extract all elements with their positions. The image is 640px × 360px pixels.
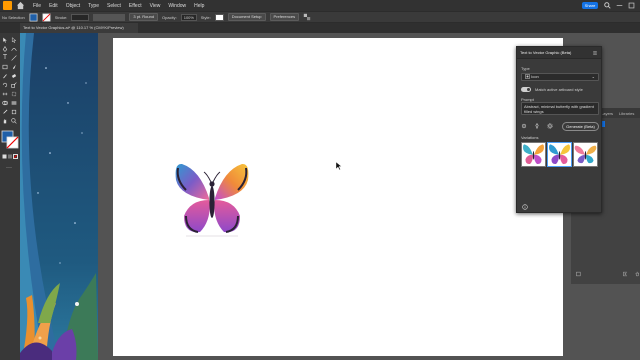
search-icon[interactable] [604, 2, 611, 9]
match-style-label: Match active artboard style [535, 87, 583, 92]
opacity-label: Opacity: [162, 14, 177, 20]
chevron-down-icon: ⌄ [591, 74, 595, 79]
paintbrush-tool-icon[interactable] [11, 64, 17, 70]
fill-stroke-swatches-icon[interactable] [1, 130, 19, 150]
mouse-cursor-icon [336, 162, 342, 170]
menu-select[interactable]: Select [107, 3, 121, 9]
menu-window[interactable]: Window [168, 3, 186, 9]
generate-button-label: Generate (Beta) [566, 124, 595, 129]
panel-title: Text to Vector Graphic (Beta) [517, 47, 601, 59]
zoom-tool-icon[interactable] [11, 118, 17, 124]
pen-tool-icon[interactable] [2, 46, 8, 52]
delete-layer-icon[interactable] [635, 271, 640, 277]
layers-footer [571, 269, 640, 279]
variations-label: Variations [521, 135, 539, 140]
type-tool-icon[interactable]: T [2, 54, 8, 61]
menu-edit[interactable]: Edit [49, 3, 58, 9]
menu-view[interactable]: View [150, 3, 161, 9]
variation-thumbnail[interactable] [521, 142, 546, 167]
icon-type-icon [525, 74, 530, 80]
menu-bar: File Edit Object Type Select Effect View… [0, 0, 640, 11]
hand-tool-icon[interactable] [2, 118, 8, 124]
brush-select[interactable]: 3 pt. Round [129, 13, 159, 21]
document-tab[interactable]: Text to Vector Graphics.ai* @ 110.17 % (… [20, 23, 138, 33]
gradient-tool-icon[interactable] [11, 100, 17, 106]
shape-builder-tool-icon[interactable] [2, 100, 8, 106]
arrange-icon[interactable] [303, 13, 311, 21]
scale-tool-icon[interactable] [11, 82, 17, 88]
direct-selection-tool-icon[interactable] [11, 37, 17, 43]
collect-export-icon[interactable] [576, 271, 581, 277]
selection-label: No Selection [2, 14, 25, 20]
text-to-vector-panel: Text to Vector Graphic (Beta) Type Icon … [516, 46, 602, 213]
menu-items: File Edit Object Type Select Effect View… [33, 3, 204, 9]
location-icon[interactable] [521, 123, 527, 129]
tab-libraries[interactable]: Libraries [619, 111, 634, 116]
free-transform-tool-icon[interactable] [11, 91, 17, 97]
menu-object[interactable]: Object [66, 3, 80, 9]
menu-help[interactable]: Help [194, 3, 204, 9]
rectangle-tool-icon[interactable] [2, 64, 8, 70]
type-select-value: Icon [531, 74, 539, 79]
ocean-illustration [20, 33, 98, 360]
width-tool-icon[interactable] [2, 91, 8, 97]
new-layer-icon[interactable] [622, 271, 628, 277]
artboard-tool-icon[interactable] [11, 109, 17, 115]
type-label: Type [521, 66, 530, 71]
rotate-tool-icon[interactable] [2, 82, 8, 88]
stroke-swatch-icon[interactable] [42, 13, 51, 22]
panel-menu-icon[interactable] [592, 50, 598, 56]
type-select[interactable]: Icon ⌄ [521, 73, 599, 81]
fill-swatch-icon[interactable] [29, 13, 38, 22]
pasteboard [98, 33, 112, 360]
menu-type[interactable]: Type [88, 3, 99, 9]
variation-thumbnail[interactable] [573, 142, 598, 167]
document-setup-button[interactable]: Document Setup [227, 13, 266, 21]
style-label: Style: [200, 14, 211, 20]
maximize-icon[interactable] [628, 2, 635, 9]
illustrator-logo-icon [3, 1, 12, 10]
control-bar: No Selection Stroke: 3 pt. Round Opacity… [0, 11, 640, 23]
variation-thumbnail[interactable] [547, 142, 572, 167]
butterfly-variation-3-icon [574, 145, 597, 164]
menu-effect[interactable]: Effect [129, 3, 142, 9]
menu-file[interactable]: File [33, 3, 41, 9]
minimize-icon[interactable] [616, 2, 623, 9]
eyedropper-tool-icon[interactable] [2, 109, 8, 115]
match-style-toggle[interactable] [521, 87, 531, 92]
style-swatch[interactable] [214, 13, 224, 21]
generate-button[interactable]: Generate (Beta) [562, 122, 599, 131]
butterfly-artwork[interactable] [172, 160, 252, 238]
tools-panel: T ··· [0, 33, 20, 360]
prompt-field[interactable]: Abstract, minimal butterfly with gradien… [521, 102, 599, 115]
tab-layers[interactable]: Layers [601, 111, 613, 116]
butterfly-variation-2-icon [549, 144, 570, 165]
line-tool-icon[interactable] [11, 55, 17, 61]
stroke-label: Stroke: [54, 14, 68, 20]
more-tools-icon[interactable]: ··· [6, 165, 12, 171]
opacity-field[interactable]: 100% [180, 13, 197, 21]
variable-width-field[interactable] [93, 13, 126, 21]
settings-icon[interactable] [547, 123, 553, 129]
eraser-tool-icon[interactable] [11, 73, 17, 79]
info-icon[interactable] [522, 204, 528, 210]
preferences-button[interactable]: Preferences [269, 13, 300, 21]
curvature-tool-icon[interactable] [11, 46, 17, 52]
prompt-tools [521, 123, 553, 129]
home-icon[interactable] [16, 1, 25, 10]
top-right-icons [604, 2, 640, 9]
stroke-weight-field[interactable] [71, 13, 90, 21]
pencil-tool-icon[interactable] [2, 73, 8, 79]
color-mode-icons[interactable] [2, 154, 18, 160]
style-picker-icon[interactable] [534, 123, 540, 129]
share-button[interactable]: Share [582, 2, 598, 9]
selection-tool-icon[interactable] [2, 37, 8, 43]
butterfly-variation-1-icon [523, 144, 544, 165]
